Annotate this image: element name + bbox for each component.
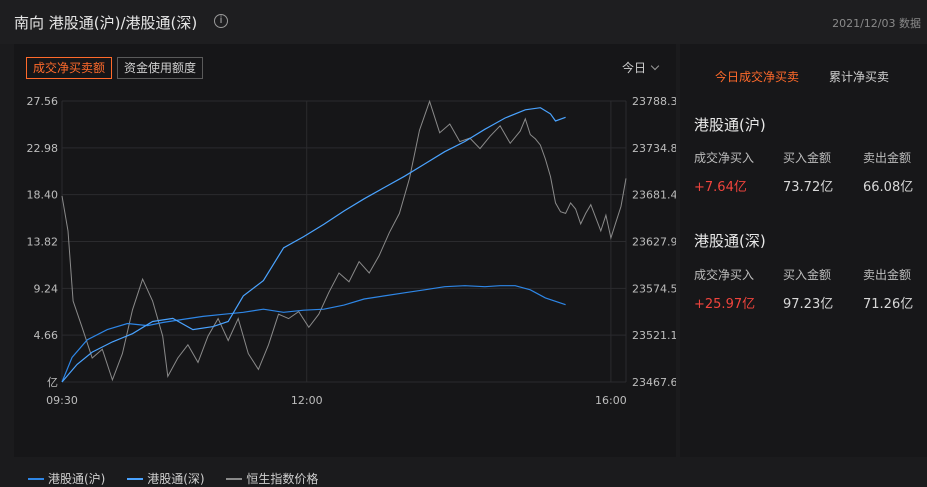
value-net-buy-hu: +7.64亿 [694, 180, 747, 195]
left-tick-label: 22.98 [27, 142, 59, 155]
info-icon[interactable]: i [214, 14, 228, 28]
right-tick-label: 23627.9 [632, 236, 676, 249]
right-tick-label: 23521.1 [632, 329, 676, 342]
right-tick-label: 23681.4 [632, 189, 676, 202]
chart-legend: 港股通(沪) 港股通(深) 恒生指数价格 [28, 470, 336, 487]
data-date: 2021/12/03 数据 [832, 17, 921, 30]
legend-label-hu: 港股通(沪) [48, 472, 106, 486]
tab-cumulative-net[interactable]: 累计净买卖 [829, 68, 889, 85]
legend-label-index: 恒生指数价格 [246, 472, 319, 486]
header-bar: 南向 港股通(沪)/港股通(深) i 2021/12/03 数据 [0, 0, 927, 44]
section-title-shen: 港股通(深) [694, 232, 766, 250]
value-buy-amount-shen: 97.23亿 [783, 297, 834, 312]
legend-swatch-hu [28, 477, 44, 480]
series-index-line [61, 99, 627, 382]
legend-swatch-shen [127, 477, 144, 480]
summary-tabs: 今日成交净买卖 累计净买卖 [680, 68, 927, 88]
left-axis-unit: 亿 [47, 376, 58, 389]
summary-panel: 今日成交净买卖 累计净买卖 港股通(沪) 成交净买入 买入金额 卖出金额 +7.… [680, 44, 927, 457]
x-tick-label: 16:00 [595, 394, 627, 407]
tab-today-net[interactable]: 今日成交净买卖 [715, 68, 799, 85]
series-shen-line [61, 107, 566, 383]
section-title-hu: 港股通(沪) [694, 116, 766, 134]
value-buy-amount-hu: 73.72亿 [783, 180, 834, 195]
header-net-buy-hu: 成交净买入 [694, 151, 755, 165]
left-tick-label: 27.56 [27, 95, 59, 108]
header-sell-amount-shen: 卖出金额 [863, 268, 912, 282]
right-tick-label: 23467.6 [632, 376, 676, 389]
flow-chart: 27.56 22.98 18.40 13.82 9.24 4.66 亿 23788.3 2373… [27, 95, 677, 407]
header-net-buy-shen: 成交净买入 [694, 268, 755, 282]
right-tick-label: 23788.3 [632, 95, 676, 108]
header-sell-amount-hu: 卖出金额 [863, 151, 912, 165]
value-sell-amount-hu: 66.08亿 [863, 180, 914, 195]
left-tick-label: 18.40 [27, 189, 59, 202]
page-title: 南向 港股通(沪)/港股通(深) [14, 14, 198, 32]
legend-label-shen: 港股通(深) [147, 472, 205, 486]
series-hu-line [61, 285, 566, 383]
value-net-buy-shen: +25.97亿 [694, 297, 756, 312]
x-tick-label: 12:00 [291, 394, 323, 407]
left-tick-label: 4.66 [34, 329, 59, 342]
legend-item-shen[interactable]: 港股通(深) [127, 470, 205, 487]
chart-panel: 成交净买卖额 资金使用额度 今日 27.56 22.98 18.40 13.82 9.2… [14, 44, 677, 486]
legend-swatch-index [226, 477, 243, 480]
left-tick-label: 13.82 [27, 236, 59, 249]
header-buy-amount-hu: 买入金额 [783, 151, 832, 165]
x-tick-label: 09:30 [46, 394, 78, 407]
header-buy-amount-shen: 买入金额 [783, 268, 832, 282]
right-tick-label: 23574.5 [632, 282, 676, 295]
right-tick-label: 23734.8 [632, 142, 676, 155]
legend-item-hu[interactable]: 港股通(沪) [28, 470, 105, 487]
value-sell-amount-shen: 71.26亿 [863, 297, 914, 312]
legend-item-index[interactable]: 恒生指数价格 [226, 470, 318, 487]
left-tick-label: 9.24 [34, 282, 59, 295]
